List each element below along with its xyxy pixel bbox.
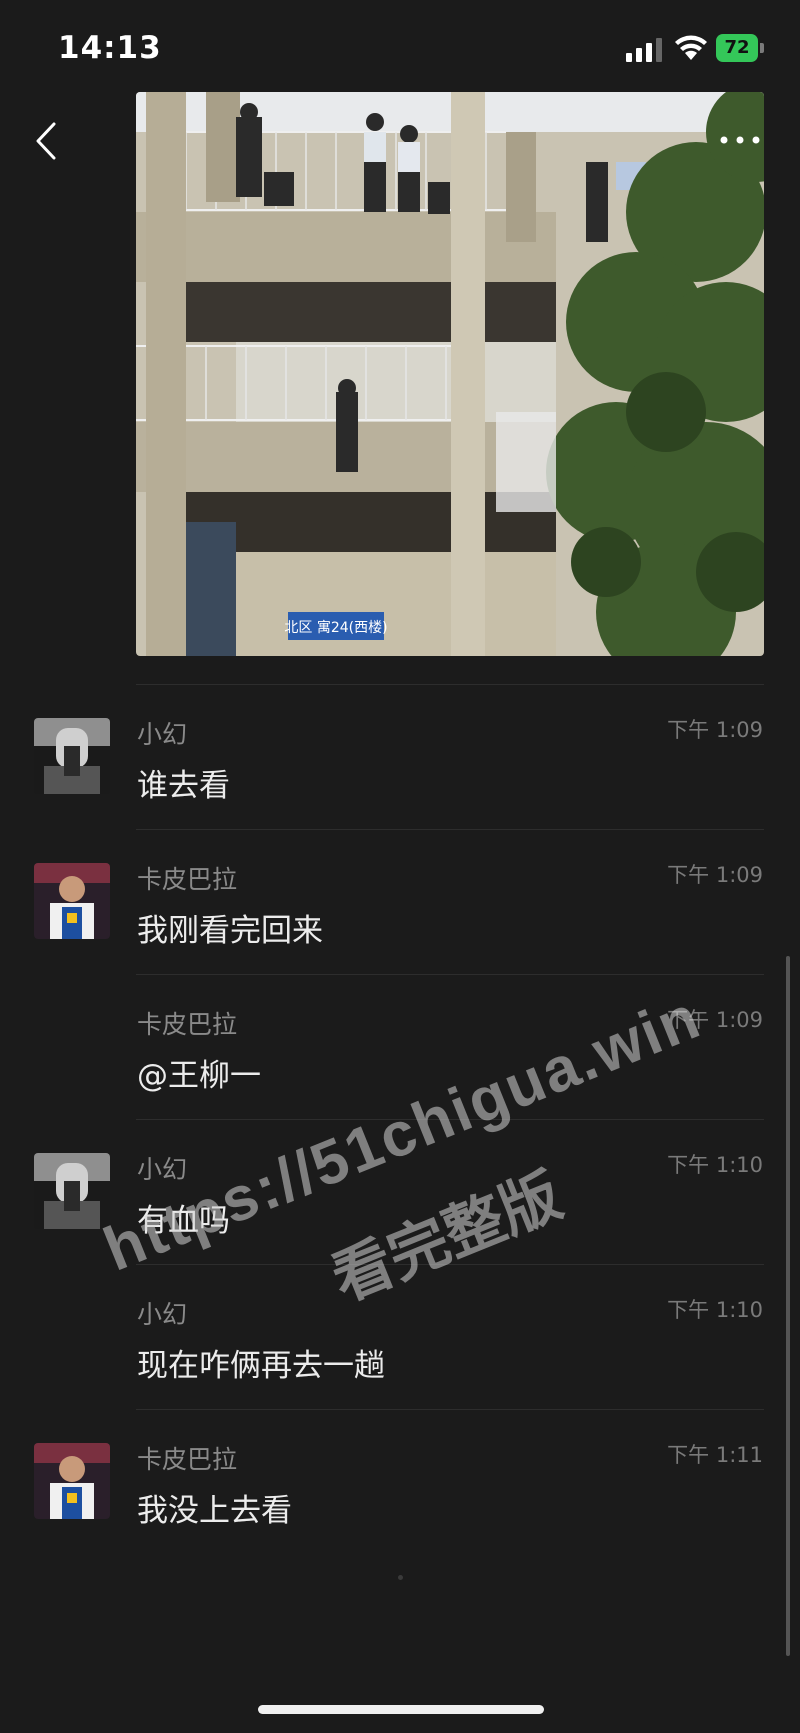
- status-time: 14:13: [58, 30, 162, 66]
- battery-icon: 72: [716, 34, 764, 62]
- battery-level: 72: [724, 37, 750, 58]
- avatar[interactable]: [34, 1153, 110, 1229]
- avatar[interactable]: [34, 1443, 110, 1519]
- message-time: 下午 1:10: [667, 1298, 763, 1322]
- sender-name: 卡皮巴拉: [137, 1445, 238, 1474]
- sender-name: 小幻: [137, 720, 188, 749]
- divider: [136, 829, 764, 830]
- page-dot: [398, 1575, 403, 1580]
- message-time: 下午 1:09: [667, 1008, 763, 1032]
- sender-name: 卡皮巴拉: [137, 1010, 238, 1039]
- message-text: 有血吗: [137, 1203, 230, 1239]
- photo-image: 北区 寓24(西楼): [136, 92, 764, 656]
- message-time: 下午 1:10: [667, 1153, 763, 1177]
- avatar[interactable]: [34, 863, 110, 939]
- divider: [136, 1119, 764, 1120]
- status-bar: 14:13 72: [0, 0, 800, 96]
- divider: [136, 1409, 764, 1410]
- wifi-icon: [675, 35, 707, 60]
- shared-photo[interactable]: 北区 寓24(西楼): [136, 92, 764, 656]
- message-time: 下午 1:09: [667, 863, 763, 887]
- more-options-button[interactable]: [716, 128, 764, 152]
- message-text: 我没上去看: [137, 1493, 292, 1529]
- home-indicator[interactable]: [258, 1705, 544, 1714]
- message-text: 现在咋俩再去一趟: [137, 1348, 385, 1384]
- divider: [136, 684, 764, 685]
- avatar[interactable]: [34, 718, 110, 794]
- scrollbar[interactable]: [786, 956, 790, 1656]
- message-time: 下午 1:11: [667, 1443, 763, 1467]
- message-time: 下午 1:09: [667, 718, 763, 742]
- sender-name: 卡皮巴拉: [137, 865, 238, 894]
- building-sign: 北区 寓24(西楼): [284, 619, 387, 636]
- divider: [136, 1264, 764, 1265]
- message-text: @王柳一: [137, 1058, 261, 1094]
- back-button[interactable]: [28, 118, 68, 164]
- message-text: 我刚看完回来: [137, 913, 323, 949]
- watermark-caption: 看完整版: [322, 1160, 572, 1316]
- sender-name: 小幻: [137, 1300, 188, 1329]
- cellular-signal-icon: [626, 38, 664, 62]
- divider: [136, 974, 764, 975]
- message-text: 谁去看: [137, 768, 230, 804]
- sender-name: 小幻: [137, 1155, 188, 1184]
